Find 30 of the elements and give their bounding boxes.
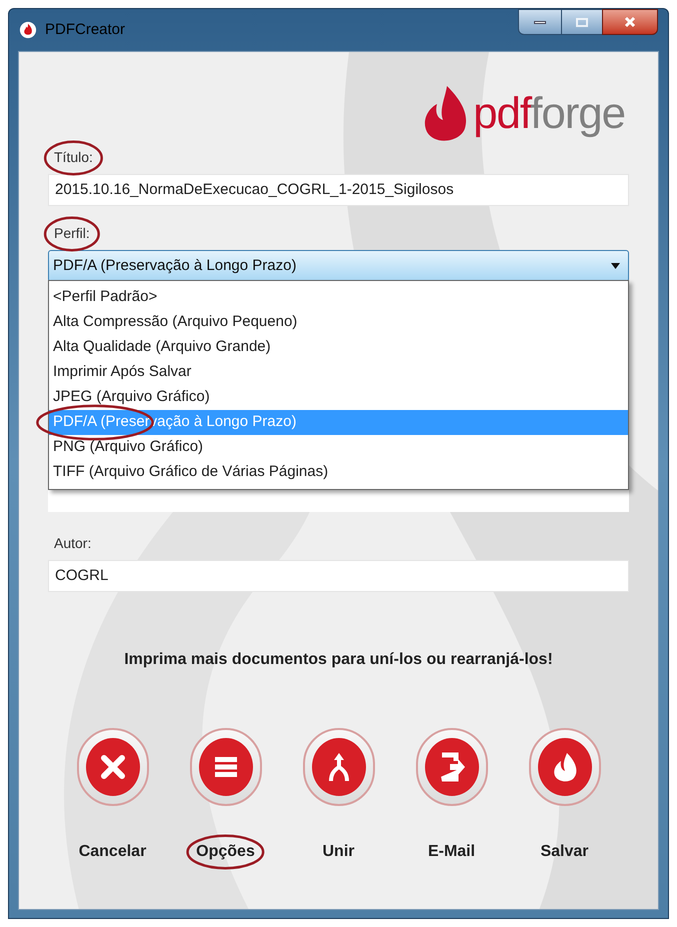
dropdown-option[interactable]: Alta Compressão (Arquivo Pequeno) [49,310,628,335]
menu-icon [198,737,254,797]
field-label: Perfil: [54,225,90,241]
message-text: Imprima mais documentos para uní-los ou rearranjá-los! [123,650,554,670]
dropdown-option[interactable]: Alta Qualidade (Arquivo Grande) [49,335,628,360]
logo-text: pdfforge [473,92,625,136]
dropdown-option[interactable]: JPEG (Arquivo Gráfico) [49,385,628,410]
action-label: E-Mail [428,843,476,860]
window-title: PDFCreator [45,20,126,40]
field-label: Autor: [54,535,92,551]
minimize-button[interactable] [518,9,562,35]
close-button[interactable] [602,9,658,35]
dropdown-option[interactable]: Imprimir Após Salvar [49,360,628,385]
action-label: Opções [196,843,255,860]
action-label: Salvar [540,843,589,860]
dropdown-arrow-icon [611,263,620,269]
profile-dropdown[interactable]: PDF/A (Preservação à Longo Prazo) [48,250,629,282]
flame-icon [536,737,592,797]
dropdown-option[interactable]: PNG (Arquivo Gráfico) [49,435,628,460]
action-label: Cancelar [78,843,146,860]
flame-icon [19,21,37,39]
input-field[interactable]: 2015.10.16_NormaDeExecucao_COGRL_1-2015_Sigilosos [48,174,629,206]
close-icon [624,16,636,28]
field-label: Título: [54,149,93,165]
maximize-button[interactable] [562,9,602,35]
action-label: Unir [322,843,354,860]
cancel-icon [84,737,140,797]
dropdown-option[interactable]: <Perfil Padrão> [49,285,628,310]
dropdown-option[interactable]: TIFF (Arquivo Gráfico de Várias Páginas) [49,460,628,485]
input-field[interactable]: COGRL [48,560,629,592]
